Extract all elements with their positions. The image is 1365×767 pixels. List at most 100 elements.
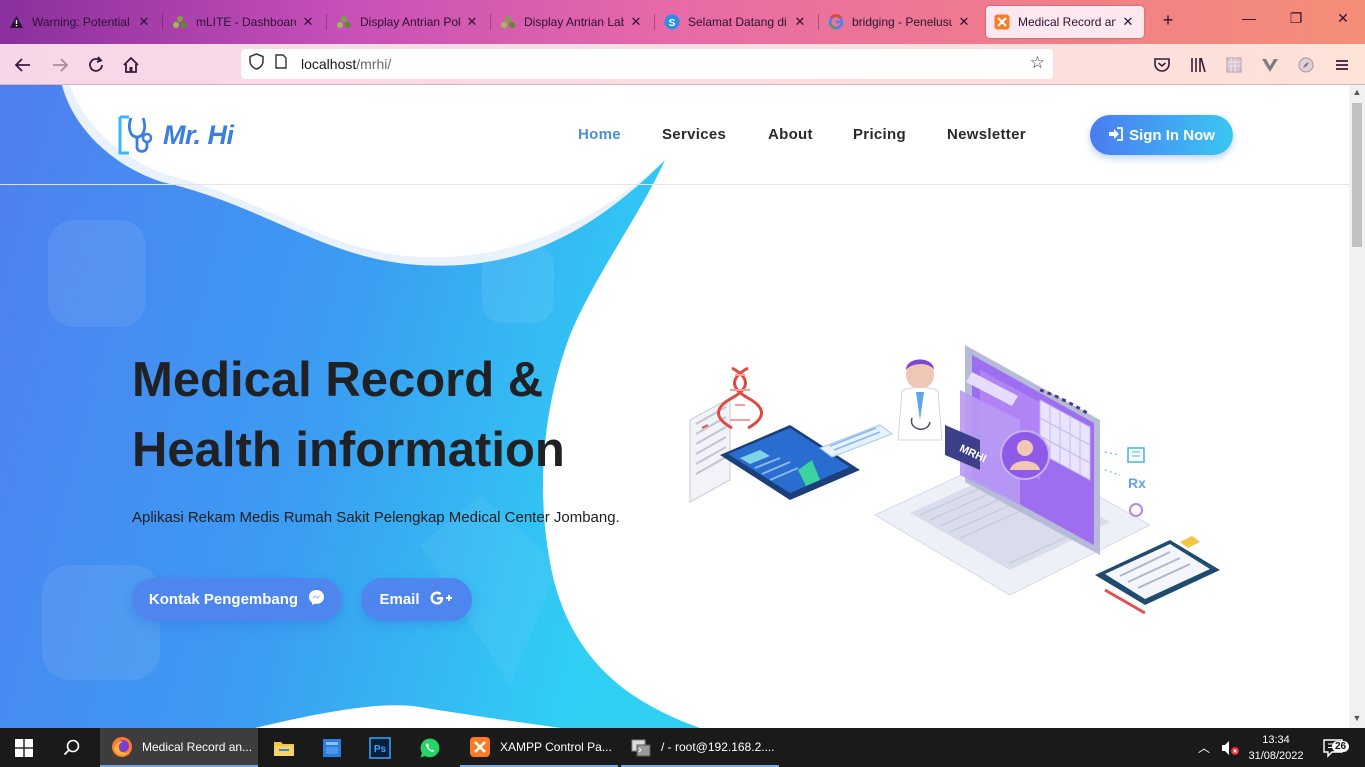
- tab-mlite-dashboard[interactable]: mLITE - Dashboard ✕: [164, 6, 324, 38]
- contact-developer-button[interactable]: Kontak Pengembang: [132, 578, 342, 621]
- url-bar[interactable]: localhost/mrhi/ ☆: [241, 49, 1053, 79]
- close-window-button[interactable]: ✕: [1320, 10, 1365, 27]
- extension-button[interactable]: [1221, 52, 1247, 78]
- show-hidden-icons[interactable]: ︿: [1198, 728, 1210, 767]
- close-icon[interactable]: ✕: [464, 14, 480, 30]
- clipboard: [1095, 536, 1220, 615]
- file-explorer-icon: [274, 741, 294, 756]
- stethoscope-icon: [118, 115, 153, 155]
- logo-text: Mr. Hi: [163, 119, 234, 150]
- minimize-button[interactable]: —: [1226, 10, 1272, 26]
- site-logo[interactable]: Mr. Hi: [117, 113, 234, 157]
- taskbar-photoshop[interactable]: Ps: [358, 728, 402, 767]
- nav-about[interactable]: About: [768, 126, 813, 143]
- hero-description: Aplikasi Rekam Medis Rumah Sakit Pelengk…: [132, 509, 620, 526]
- back-button[interactable]: [10, 52, 36, 78]
- tab-display-antrian-lab[interactable]: Display Antrian Lab ✕: [492, 6, 652, 38]
- nav-services[interactable]: Services: [662, 126, 726, 143]
- svg-text:Ps: Ps: [374, 744, 387, 755]
- forward-arrow-icon: [53, 58, 69, 72]
- smartphone: [720, 424, 894, 500]
- close-icon[interactable]: ✕: [628, 14, 644, 30]
- hero-title: Medical Record & Health information: [132, 353, 565, 477]
- home-button[interactable]: [118, 52, 144, 78]
- volume-button[interactable]: [1220, 728, 1240, 767]
- svg-text:S: S: [669, 18, 676, 29]
- app-icon: [323, 738, 341, 757]
- xampp-icon: [468, 735, 492, 759]
- start-button[interactable]: [0, 728, 48, 767]
- windows-taskbar: Medical Record an... Ps XAMPP Control Pa…: [0, 728, 1365, 767]
- compass-button[interactable]: [1293, 52, 1319, 78]
- close-icon[interactable]: ✕: [1120, 14, 1136, 30]
- tab-display-antrian-poli[interactable]: Display Antrian Poli ✕: [328, 6, 488, 38]
- vertical-scrollbar[interactable]: ▲ ▼: [1349, 85, 1365, 728]
- vue-devtools-button[interactable]: [1257, 52, 1283, 78]
- xampp-icon: [994, 14, 1010, 30]
- tab-selamat-datang[interactable]: S Selamat Datang di S ✕: [656, 6, 816, 38]
- url-text[interactable]: localhost/mrhi/: [301, 56, 391, 72]
- library-icon: [1191, 57, 1206, 73]
- tab-bridging-google[interactable]: bridging - Penelusur ✕: [820, 6, 980, 38]
- mlite-icon: [500, 14, 516, 30]
- compass-icon: [1298, 57, 1314, 73]
- mlite-icon: [336, 14, 352, 30]
- nav-home[interactable]: Home: [578, 126, 621, 143]
- scrollbar-thumb[interactable]: [1352, 103, 1362, 247]
- taskbar-firefox[interactable]: Medical Record an...: [100, 728, 258, 767]
- windows-logo-icon: [15, 738, 33, 757]
- sign-in-button[interactable]: Sign In Now: [1090, 115, 1233, 155]
- email-button[interactable]: Email: [361, 578, 472, 621]
- search-button[interactable]: [48, 728, 96, 767]
- tab-warning[interactable]: Warning: Potential S ✕: [0, 6, 160, 38]
- forward-button[interactable]: [47, 52, 73, 78]
- navigation-toolbar: localhost/mrhi/ ☆: [0, 44, 1365, 85]
- menu-button[interactable]: [1329, 52, 1355, 78]
- sign-in-icon: [1108, 126, 1123, 144]
- back-arrow-icon: [14, 58, 30, 72]
- header-divider: [0, 184, 1349, 185]
- nav-pricing[interactable]: Pricing: [853, 126, 906, 143]
- notification-center-button[interactable]: 26: [1322, 728, 1350, 767]
- scroll-down-icon[interactable]: ▼: [1349, 713, 1365, 723]
- close-icon[interactable]: ✕: [956, 14, 972, 30]
- system-clock[interactable]: 13:34 31/08/2022: [1240, 732, 1312, 764]
- terminal-icon: [629, 735, 653, 759]
- firefox-icon: [110, 735, 134, 759]
- mlite-icon: [172, 14, 188, 30]
- vue-icon: [1262, 59, 1278, 72]
- scroll-up-icon[interactable]: ▲: [1349, 87, 1365, 97]
- taskbar-app[interactable]: [310, 728, 354, 767]
- hamburger-menu-icon: [1336, 60, 1348, 70]
- browser-tab-strip: Warning: Potential S ✕ mLITE - Dashboard…: [0, 0, 1365, 44]
- volume-muted-icon: [1222, 740, 1239, 755]
- taskbar-file-explorer[interactable]: [262, 728, 306, 767]
- pocket-button[interactable]: [1149, 52, 1175, 78]
- new-tab-button[interactable]: +: [1158, 10, 1178, 34]
- web-page: Mr. Hi Home Services About Pricing Newsl…: [0, 85, 1349, 728]
- chevron-up-icon: ︿: [1198, 741, 1211, 755]
- pocket-icon: [1154, 58, 1170, 72]
- svg-text:Rx: Rx: [1128, 475, 1146, 491]
- messenger-icon: [308, 589, 325, 610]
- bookmark-star-icon[interactable]: ☆: [1030, 53, 1045, 73]
- google-icon: [828, 14, 844, 30]
- photoshop-icon: Ps: [369, 736, 391, 759]
- page-icon: [275, 54, 289, 74]
- reload-icon: [89, 56, 103, 72]
- notification-count-badge: 26: [1332, 741, 1350, 752]
- tab-medical-record[interactable]: Medical Record and ✕: [986, 6, 1144, 38]
- maximize-button[interactable]: ❐: [1273, 10, 1319, 27]
- close-icon[interactable]: ✕: [136, 14, 152, 30]
- taskbar-terminal[interactable]: / - root@192.168.2....: [621, 728, 779, 767]
- library-button[interactable]: [1185, 52, 1211, 78]
- taskbar-xampp[interactable]: XAMPP Control Pa...: [460, 728, 618, 767]
- warning-icon: [8, 14, 24, 30]
- taskbar-whatsapp[interactable]: [406, 728, 454, 767]
- close-icon[interactable]: ✕: [300, 14, 316, 30]
- close-icon[interactable]: ✕: [792, 14, 808, 30]
- shield-icon[interactable]: [249, 53, 265, 75]
- google-plus-icon: [430, 590, 454, 610]
- nav-newsletter[interactable]: Newsletter: [947, 126, 1026, 143]
- reload-button[interactable]: [83, 52, 109, 78]
